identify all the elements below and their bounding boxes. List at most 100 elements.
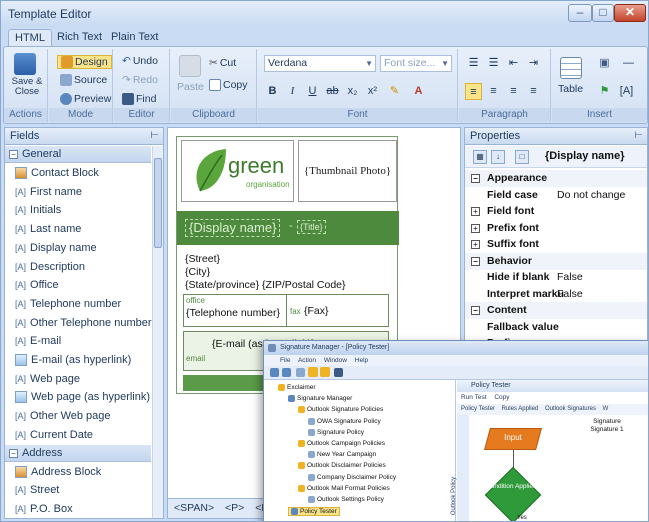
thumbnail-photo-field[interactable]: {Thumbnail Photo} (298, 140, 397, 202)
expand-icon[interactable]: + (471, 223, 480, 233)
up-folder-icon[interactable] (296, 368, 305, 377)
indent-icon[interactable]: ⇥ (525, 55, 542, 72)
redo-button[interactable]: ↷ Redo (122, 74, 158, 86)
telephone-cell[interactable]: office {Telephone number} (184, 295, 287, 326)
property-row[interactable]: Interpret marku False (465, 286, 647, 303)
align-right-icon[interactable]: ≡ (505, 83, 522, 100)
field-item[interactable]: [A] Initials (5, 201, 151, 219)
property-row[interactable]: − Appearance (465, 170, 647, 187)
field-insert-icon[interactable]: [A] (618, 83, 635, 100)
horizontal-rule-icon[interactable]: — (620, 55, 637, 72)
condition-diamond[interactable] (484, 466, 542, 521)
tag-p[interactable]: <P> (225, 502, 244, 514)
tree-node[interactable]: Exclaimer (278, 384, 316, 391)
phone-row[interactable]: office {Telephone number} fax {Fax} (183, 294, 389, 327)
strikethrough-button[interactable]: ab (324, 83, 341, 100)
city-field[interactable]: {City} (185, 266, 210, 278)
field-item[interactable]: E-mail (as hyperlink) (5, 351, 151, 369)
tree-node[interactable]: Signature Policy (308, 428, 364, 436)
menu-help[interactable]: Help (355, 357, 368, 364)
tab-rules-applied[interactable]: Rules Applied (502, 406, 539, 412)
subscript-button[interactable]: x₂ (344, 83, 361, 100)
tree-node[interactable]: Outlook Mail Format Policies (298, 484, 390, 492)
tab-html[interactable]: HTML (8, 29, 52, 47)
tab-policy-tester[interactable]: Policy Tester (461, 406, 495, 412)
run-test-button[interactable]: Run Test (461, 394, 487, 401)
categorized-icon[interactable]: ▦ (473, 150, 487, 164)
help-icon[interactable] (334, 368, 343, 377)
pin-icon[interactable]: ⊢ (150, 128, 159, 144)
maximize-button[interactable]: □ (592, 4, 614, 22)
align-left-icon[interactable]: ≡ (465, 83, 482, 100)
pt-copy-button[interactable]: Copy (494, 394, 509, 401)
tree-node[interactable]: New Year Campaign (308, 451, 376, 459)
show-tree-icon[interactable] (308, 367, 318, 377)
font-color-button[interactable]: A (410, 83, 427, 100)
tab-plain-text[interactable]: Plain Text (105, 29, 165, 47)
property-row[interactable]: Hide if blank False (465, 269, 647, 286)
field-item[interactable]: [A] Street (5, 481, 151, 499)
field-item[interactable]: [A] Current Date (5, 426, 151, 444)
display-name-field[interactable]: {Display name} (185, 219, 281, 237)
field-item[interactable]: [A] Office (5, 276, 151, 294)
menu-action[interactable]: Action (298, 357, 316, 364)
property-row[interactable]: + Field font (465, 203, 647, 220)
forward-icon[interactable] (282, 368, 291, 377)
collapse-icon[interactable]: − (9, 448, 18, 458)
property-value[interactable]: False (557, 269, 583, 286)
font-family-select[interactable]: Verdana ▼ (264, 55, 376, 72)
pin-icon[interactable]: ⊢ (634, 128, 643, 144)
superscript-button[interactable]: x² (364, 83, 381, 100)
property-row[interactable]: + Prefix font (465, 220, 647, 237)
justify-icon[interactable]: ≡ (525, 83, 542, 100)
field-item[interactable]: [A] First name (5, 183, 151, 201)
telephone-field[interactable]: {Telephone number} (186, 307, 280, 319)
field-item[interactable]: [A] Web page (5, 370, 151, 388)
tree-node[interactable]: Outlook Campaign Policies (298, 440, 385, 447)
minimize-button[interactable]: – (568, 4, 592, 22)
bold-button[interactable]: B (264, 83, 281, 100)
fields-scrollbar[interactable] (152, 146, 163, 518)
tree-node[interactable]: Outlook Signature Policies (298, 406, 383, 414)
paste-button[interactable]: Paste (177, 81, 204, 93)
close-button[interactable]: ✕ (614, 4, 646, 22)
tree-node[interactable]: Signature Manager (288, 395, 352, 403)
source-button[interactable]: Source (60, 74, 107, 86)
tag-span[interactable]: <SPAN> (174, 502, 214, 514)
hyperlink-icon[interactable]: ⚑ (596, 83, 613, 100)
property-row[interactable]: Fallback value (465, 319, 647, 336)
highlight-color-icon[interactable]: ✎ (386, 83, 403, 100)
scrollbar-thumb[interactable] (154, 158, 162, 248)
tree-node[interactable]: Policy Tester (288, 507, 340, 517)
tree-node[interactable]: Outlook Settings Policy (308, 496, 384, 503)
property-row[interactable]: − Content (465, 302, 647, 319)
tree-node[interactable]: OWA Signature Policy (308, 417, 381, 425)
tree-node[interactable]: Company Disclaimer Policy (308, 473, 396, 481)
copy-button[interactable]: Copy (209, 79, 248, 91)
collapse-icon[interactable]: − (471, 174, 480, 183)
bullet-list-icon[interactable]: ☰ (465, 55, 482, 72)
tab-outlook-signatures[interactable]: Outlook Signatures (545, 406, 596, 412)
property-row[interactable]: Field case Do not change (465, 187, 647, 204)
field-item[interactable]: [A] E-mail (5, 332, 151, 350)
tree-node[interactable]: Outlook Disclaimer Policies (298, 462, 386, 470)
expand-icon[interactable]: + (471, 207, 480, 216)
find-button[interactable]: Find (122, 93, 156, 105)
menu-file[interactable]: File (280, 357, 290, 364)
field-item[interactable]: [A] Other Telephone number (5, 314, 152, 332)
collapse-icon[interactable]: − (9, 150, 18, 159)
street-field[interactable]: {Street} (185, 253, 220, 265)
cut-button[interactable]: ✂ Cut (209, 57, 236, 69)
title-field[interactable]: {Title} (297, 220, 326, 234)
preview-button[interactable]: Preview (60, 93, 111, 105)
property-row[interactable]: + Suffix font (465, 236, 647, 253)
logo-cell[interactable]: green organisation (181, 140, 294, 202)
design-button[interactable]: Design (57, 55, 112, 69)
field-category-0[interactable]: − General (5, 146, 151, 163)
align-center-icon[interactable]: ≡ (485, 83, 502, 100)
expand-icon[interactable]: + (471, 240, 480, 249)
image-icon[interactable]: ▣ (596, 55, 613, 72)
field-item[interactable]: Contact Block (5, 164, 151, 182)
back-icon[interactable] (270, 368, 279, 377)
field-item[interactable]: [A] Other Web page (5, 407, 151, 425)
